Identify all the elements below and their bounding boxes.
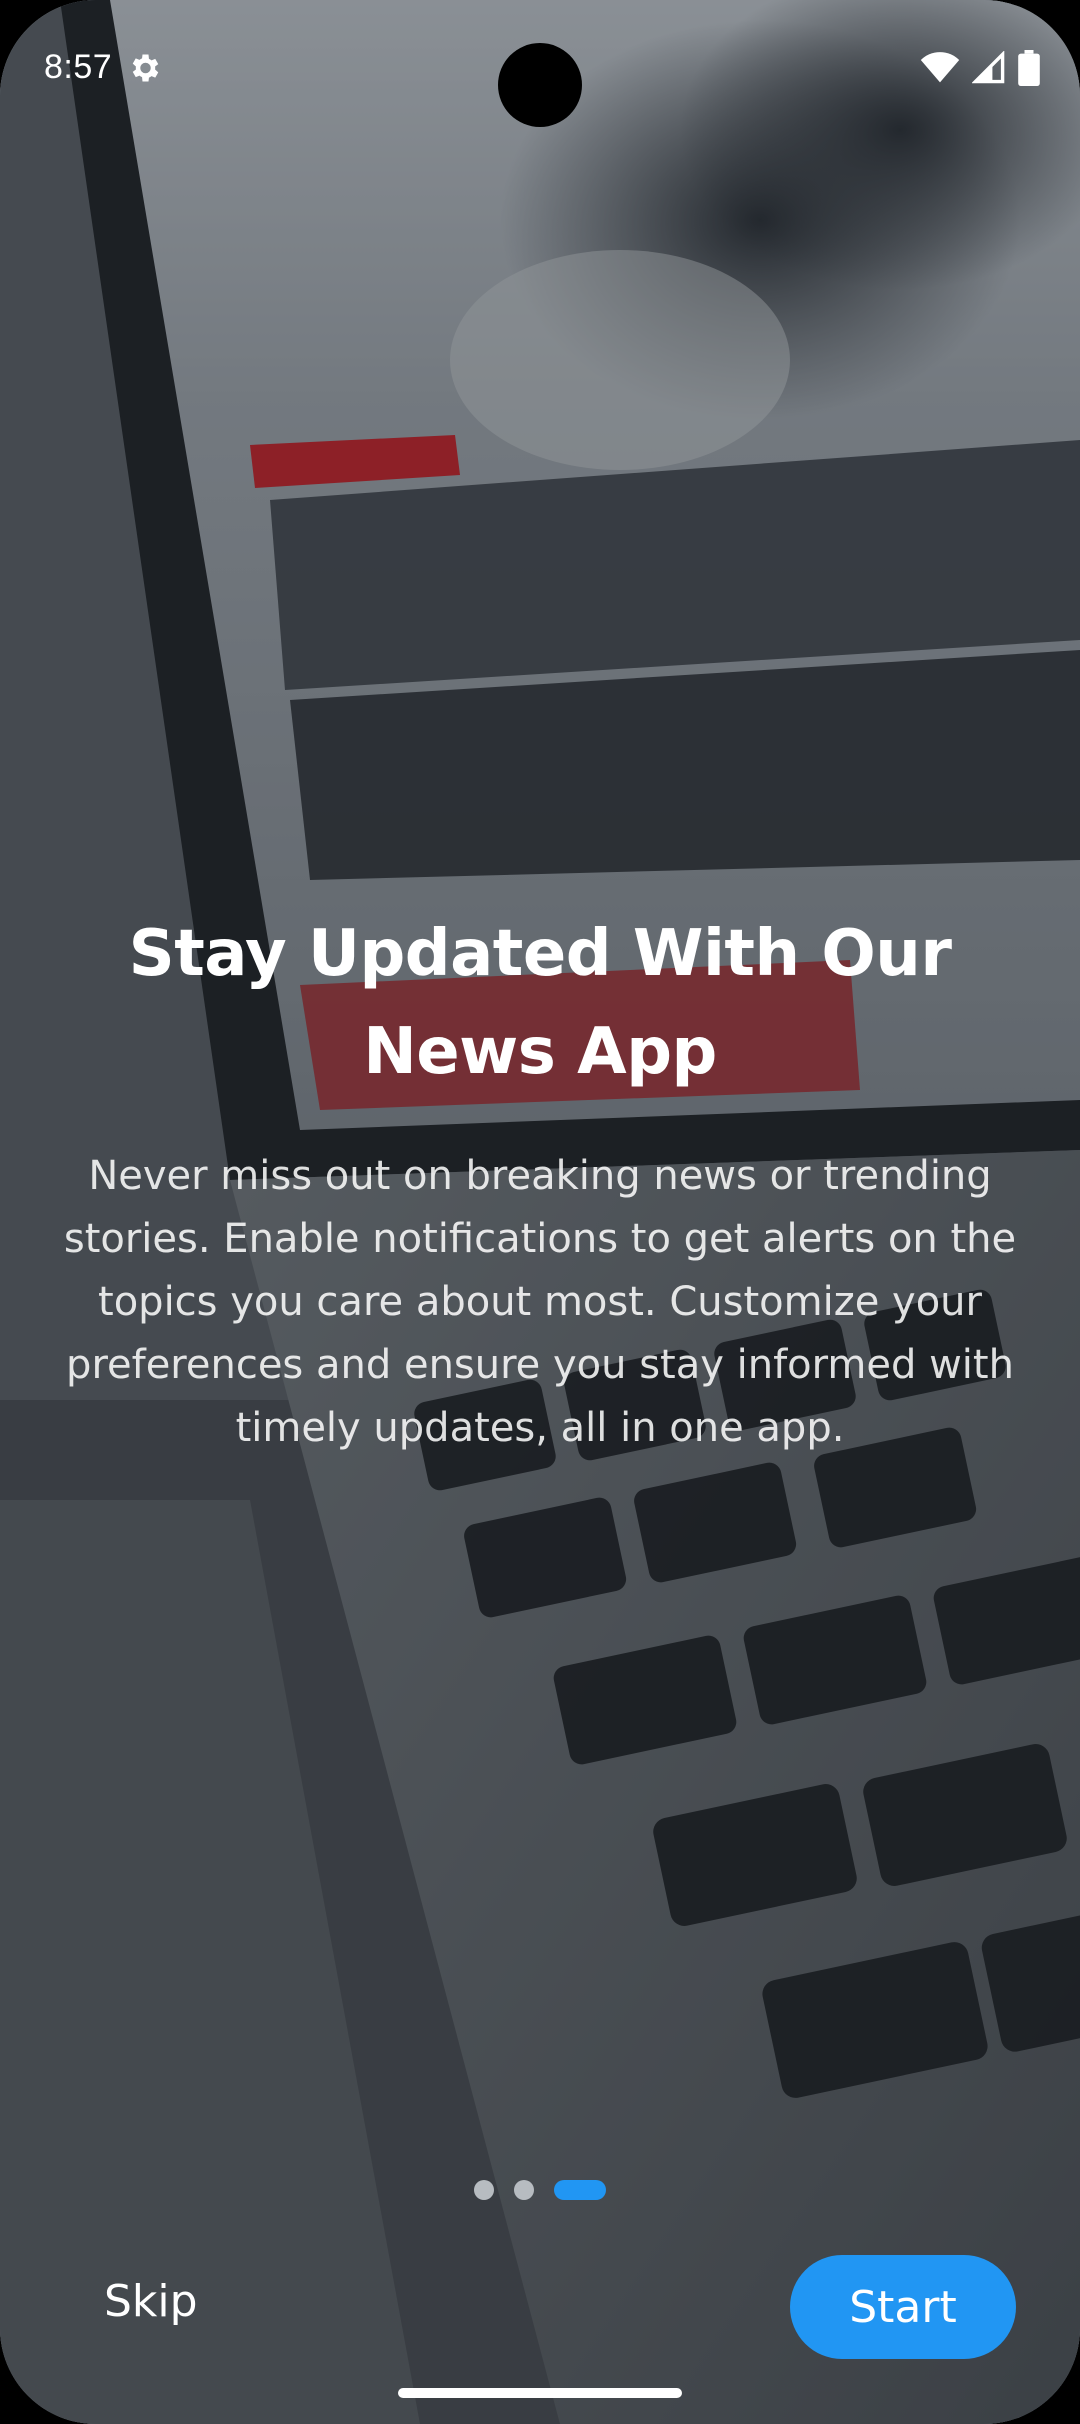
- onboarding-description: Never miss out on breaking news or trend…: [63, 1153, 1017, 1451]
- home-indicator[interactable]: [398, 2388, 682, 2398]
- page-dot-1[interactable]: [474, 2180, 494, 2200]
- phone-screen: 8:57 Stay Updated With Our News App Neve…: [0, 0, 1080, 2424]
- onboarding-content: Stay Updated With Our News App Never mis…: [0, 905, 1080, 1460]
- page-dot-2[interactable]: [514, 2180, 534, 2200]
- onboarding-title: Stay Updated With Our News App: [128, 917, 952, 1089]
- page-indicator: [0, 2180, 1080, 2200]
- status-icons: [920, 50, 1040, 86]
- status-bar: 8:57: [0, 40, 1080, 127]
- camera-cutout: [498, 43, 582, 127]
- status-time: 8:57: [44, 48, 113, 86]
- signal-icon: [972, 51, 1005, 84]
- page-dot-3-active[interactable]: [554, 2180, 606, 2200]
- wifi-icon: [920, 52, 960, 83]
- start-button[interactable]: Start: [790, 2255, 1016, 2359]
- skip-button[interactable]: Skip: [104, 2276, 198, 2327]
- gear-icon: [132, 54, 159, 82]
- battery-icon: [1018, 50, 1040, 86]
